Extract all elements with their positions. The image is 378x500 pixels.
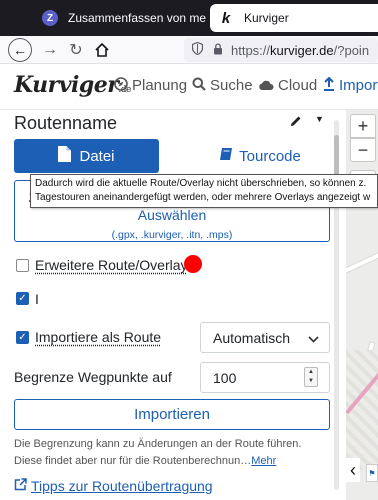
extend-route-checkbox[interactable] xyxy=(16,259,29,272)
teams-favicon-icon: Z xyxy=(42,10,58,26)
collapse-panel-button[interactable]: ‹ xyxy=(346,458,360,482)
search-icon xyxy=(192,77,206,94)
nav-import[interactable]: Import xyxy=(323,77,378,94)
tab-tourcode[interactable]: Tourcode xyxy=(200,139,320,173)
forward-arrow-icon[interactable]: → xyxy=(38,38,62,62)
limit-note: Die Begrenzung kann zu Änderungen an der… xyxy=(14,436,334,470)
number-spinner[interactable]: ▲ ▼ xyxy=(304,367,318,387)
browser-tab-active[interactable]: k Kurviger xyxy=(210,4,378,32)
tips-link[interactable]: Tipps zur Routenübertragung xyxy=(14,478,213,494)
extend-route-label[interactable]: Erweitere Route/Overlay xyxy=(35,257,188,273)
caret-down-icon[interactable]: ▼ xyxy=(315,114,324,124)
map-attribution-icon[interactable]: ⚑ xyxy=(366,464,378,482)
hidden-option-label[interactable]: I xyxy=(35,291,39,307)
more-link[interactable]: Mehr xyxy=(251,455,276,467)
nav-cloud[interactable]: Cloud xyxy=(258,77,317,94)
chevron-down-icon xyxy=(308,330,319,346)
zoom-in-button[interactable]: + xyxy=(350,114,376,138)
home-icon[interactable] xyxy=(90,38,114,62)
import-mode-select[interactable]: Automatisch xyxy=(200,322,330,353)
tracking-shield-icon[interactable] xyxy=(192,42,203,58)
book-icon xyxy=(219,147,233,165)
app-header: Kurviger.de Planung Suche Cloud Import xyxy=(0,64,378,110)
extend-route-tooltip: Dadurch wird die aktuelle Route/Overlay … xyxy=(30,174,378,208)
browser-tab-strip: Z Zusammenfassen von mehrere k Kurviger xyxy=(0,0,378,36)
dropzone-formats: (.gpx, .kurviger, .itn, .mps) xyxy=(15,229,329,241)
browser-tab-inactive[interactable]: Z Zusammenfassen von mehrere xyxy=(34,4,206,32)
import-as-route-checkbox[interactable]: ✓ xyxy=(16,331,29,344)
spin-up-icon[interactable]: ▲ xyxy=(308,368,314,377)
tab-datei[interactable]: Datei xyxy=(14,139,159,173)
map-view[interactable] xyxy=(346,110,378,500)
browser-nav-bar: ← → ↻ https://kurviger.de/?poin xyxy=(0,36,378,64)
pencil-icon[interactable] xyxy=(290,114,302,130)
zoom-out-button[interactable]: − xyxy=(350,138,376,162)
import-as-route-label[interactable]: Importiere als Route xyxy=(35,329,161,345)
compass-icon xyxy=(114,77,128,94)
route-name-title[interactable]: Routenname xyxy=(14,113,117,134)
cloud-icon xyxy=(258,78,274,94)
file-icon xyxy=(58,146,71,167)
limit-waypoints-label: Begrenze Wegpunkte auf xyxy=(14,369,172,385)
lock-icon[interactable] xyxy=(213,43,223,58)
spin-down-icon[interactable]: ▼ xyxy=(308,377,314,386)
tab-title: Zusammenfassen von mehrere xyxy=(68,11,206,25)
url-text: https://kurviger.de/?poin xyxy=(231,43,369,58)
reload-icon[interactable]: ↻ xyxy=(64,38,88,62)
back-arrow-icon[interactable]: ← xyxy=(8,38,32,62)
tab-title: Kurviger xyxy=(244,11,289,25)
nav-suche[interactable]: Suche xyxy=(192,77,253,94)
kurviger-favicon-icon: k xyxy=(218,10,234,26)
upload-icon xyxy=(323,77,335,94)
nav-planung[interactable]: Planung xyxy=(114,77,187,94)
url-bar[interactable]: https://kurviger.de/?poin xyxy=(184,38,378,62)
external-link-icon xyxy=(14,478,27,494)
red-marker-dot xyxy=(184,255,202,273)
hidden-option-checkbox[interactable]: ✓ xyxy=(16,292,29,305)
import-panel: Routenname ▼ Datei Tourcode Ziehe deine … xyxy=(0,110,346,500)
import-button[interactable]: Importieren xyxy=(14,399,330,430)
